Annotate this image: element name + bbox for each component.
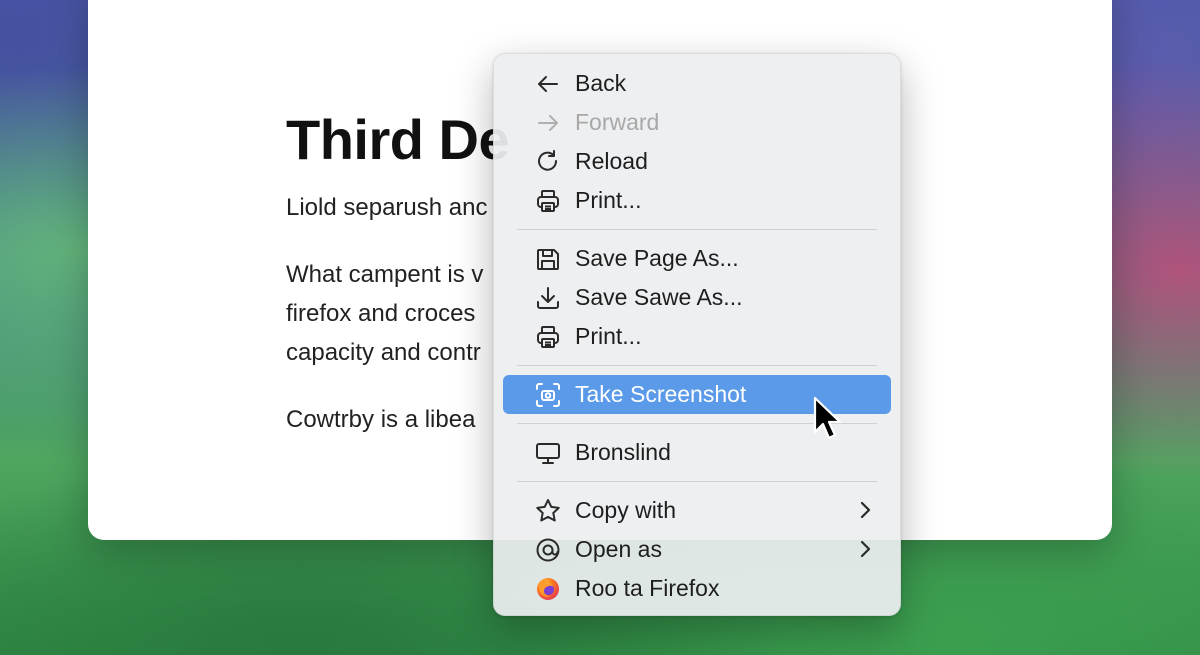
menu-separator bbox=[517, 481, 877, 482]
chevron-right-icon bbox=[860, 501, 871, 519]
menu-item-label: Roo ta Firefox bbox=[575, 575, 720, 601]
menu-item-label: Save Sawe As... bbox=[575, 284, 743, 310]
firefox-icon bbox=[533, 574, 563, 604]
reload-icon bbox=[533, 147, 563, 177]
menu-item-back[interactable]: Back bbox=[503, 64, 891, 103]
menu-item-reload[interactable]: Reload bbox=[503, 142, 891, 181]
circle-at-icon bbox=[533, 535, 563, 565]
menu-item-save-page-as[interactable]: Save Page As... bbox=[503, 239, 891, 278]
menu-item-firefox[interactable]: Roo ta Firefox bbox=[503, 569, 891, 608]
menu-item-print-2[interactable]: Print... bbox=[503, 317, 891, 356]
camera-screenshot-icon bbox=[533, 380, 563, 410]
floppy-disk-icon bbox=[533, 244, 563, 274]
menu-item-open-as[interactable]: Open as bbox=[503, 530, 891, 569]
download-icon bbox=[533, 283, 563, 313]
menu-item-label: Save Page As... bbox=[575, 245, 739, 271]
printer-icon bbox=[533, 322, 563, 352]
context-menu: Back Forward Reload Print... Save Page A… bbox=[493, 53, 901, 616]
menu-item-label: Copy with bbox=[575, 497, 676, 523]
star-icon bbox=[533, 496, 563, 526]
menu-item-print[interactable]: Print... bbox=[503, 181, 891, 220]
arrow-left-icon bbox=[533, 69, 563, 99]
mouse-pointer-icon bbox=[813, 396, 842, 440]
menu-item-label: Open as bbox=[575, 536, 662, 562]
menu-item-label: Forward bbox=[575, 109, 660, 135]
menu-item-copy-with[interactable]: Copy with bbox=[503, 491, 891, 530]
menu-item-forward[interactable]: Forward bbox=[503, 103, 891, 142]
menu-item-label: Print... bbox=[575, 323, 642, 349]
menu-item-label: Reload bbox=[575, 148, 648, 174]
arrow-right-icon bbox=[533, 108, 563, 138]
printer-icon bbox=[533, 186, 563, 216]
menu-item-label: Back bbox=[575, 70, 627, 96]
menu-item-save-as[interactable]: Save Sawe As... bbox=[503, 278, 891, 317]
menu-item-label: Take Screenshot bbox=[575, 381, 747, 407]
menu-separator bbox=[517, 229, 877, 230]
chevron-right-icon bbox=[860, 540, 871, 558]
menu-item-label: Print... bbox=[575, 187, 642, 213]
monitor-icon bbox=[533, 438, 563, 468]
menu-item-label: Bronslind bbox=[575, 439, 671, 465]
menu-separator bbox=[517, 365, 877, 366]
